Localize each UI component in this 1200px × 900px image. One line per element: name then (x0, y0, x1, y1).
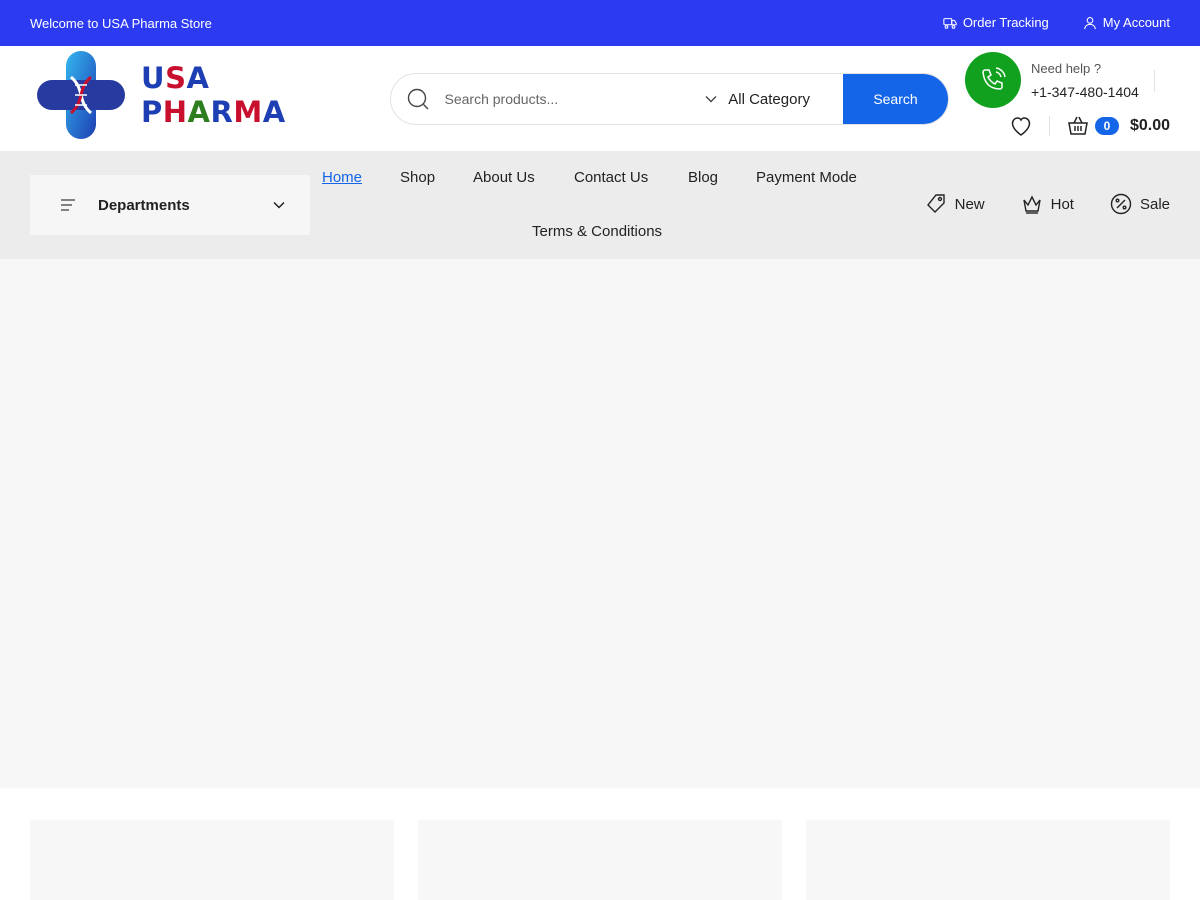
my-account-link[interactable]: My Account (1083, 15, 1170, 30)
cart-total: $0.00 (1129, 117, 1170, 134)
hero-banner-placeholder (0, 259, 1200, 788)
menu-icon (60, 198, 76, 212)
search-bar: All Category Search (390, 73, 949, 125)
divider (1048, 116, 1050, 136)
nav-item-shop[interactable]: Shop (400, 169, 435, 186)
phone-icon[interactable] (965, 52, 1021, 108)
promo-tags: New Hot Sale (925, 193, 1170, 215)
user-icon (1083, 16, 1097, 30)
tag-hot[interactable]: Hot (1021, 193, 1074, 215)
basket-icon (1066, 114, 1090, 138)
nav-item-blog[interactable]: Blog (688, 169, 718, 186)
header: USA PHARMA All Category Search Need help… (0, 46, 1200, 151)
promo-card[interactable] (418, 820, 782, 900)
main-navbar: Departments Home Shop About Us Contact U… (0, 151, 1200, 259)
promo-card[interactable] (806, 820, 1170, 900)
category-select[interactable]: All Category (704, 91, 843, 108)
header-actions: 0 $0.00 (1009, 114, 1170, 138)
top-links: Order Tracking My Account (943, 15, 1170, 30)
tag-sale[interactable]: Sale (1110, 193, 1170, 215)
nav-item-terms[interactable]: Terms & Conditions (532, 223, 662, 240)
search-button[interactable]: Search (842, 74, 948, 124)
nav-item-about-us[interactable]: About Us (473, 169, 535, 186)
tag-new-label: New (954, 195, 985, 213)
truck-icon (943, 16, 957, 30)
wishlist-heart-icon[interactable] (1009, 114, 1033, 138)
nav-item-home[interactable]: Home (322, 169, 362, 186)
percent-badge-icon (1110, 193, 1132, 215)
tag-hot-label: Hot (1050, 195, 1074, 213)
nav-item-contact-us[interactable]: Contact Us (574, 169, 648, 186)
promo-card[interactable] (30, 820, 394, 900)
order-tracking-label: Order Tracking (962, 15, 1049, 30)
chevron-down-icon (704, 92, 718, 106)
pharma-cross-icon (35, 49, 127, 141)
help-contact: Need help ? +1-347-480-1404 (965, 52, 1139, 108)
tag-new[interactable]: New (925, 193, 985, 215)
category-label: All Category (728, 90, 810, 108)
tag-sale-label: Sale (1139, 195, 1170, 213)
phone-number[interactable]: +1-347-480-1404 (1031, 84, 1139, 100)
logo[interactable]: USA PHARMA (35, 49, 355, 141)
cart-button[interactable]: 0 $0.00 (1066, 114, 1170, 138)
welcome-text: Welcome to USA Pharma Store (30, 16, 212, 31)
search-icon (391, 87, 445, 111)
search-input[interactable] (444, 91, 693, 107)
departments-dropdown[interactable]: Departments (30, 175, 310, 235)
cart-count-badge: 0 (1094, 117, 1119, 135)
nav-item-payment-mode[interactable]: Payment Mode (756, 169, 857, 186)
logo-text: USA PHARMA (141, 61, 286, 129)
tag-icon (925, 193, 947, 215)
order-tracking-link[interactable]: Order Tracking (943, 15, 1049, 30)
divider (1154, 70, 1155, 92)
departments-label: Departments (98, 196, 190, 214)
chevron-down-icon (272, 198, 286, 212)
need-help-label: Need help ? (1031, 60, 1102, 76)
my-account-label: My Account (1102, 15, 1170, 30)
top-bar: Welcome to USA Pharma Store Order Tracki… (0, 0, 1200, 46)
crown-icon (1021, 193, 1043, 215)
promo-cards-row (0, 788, 1200, 900)
